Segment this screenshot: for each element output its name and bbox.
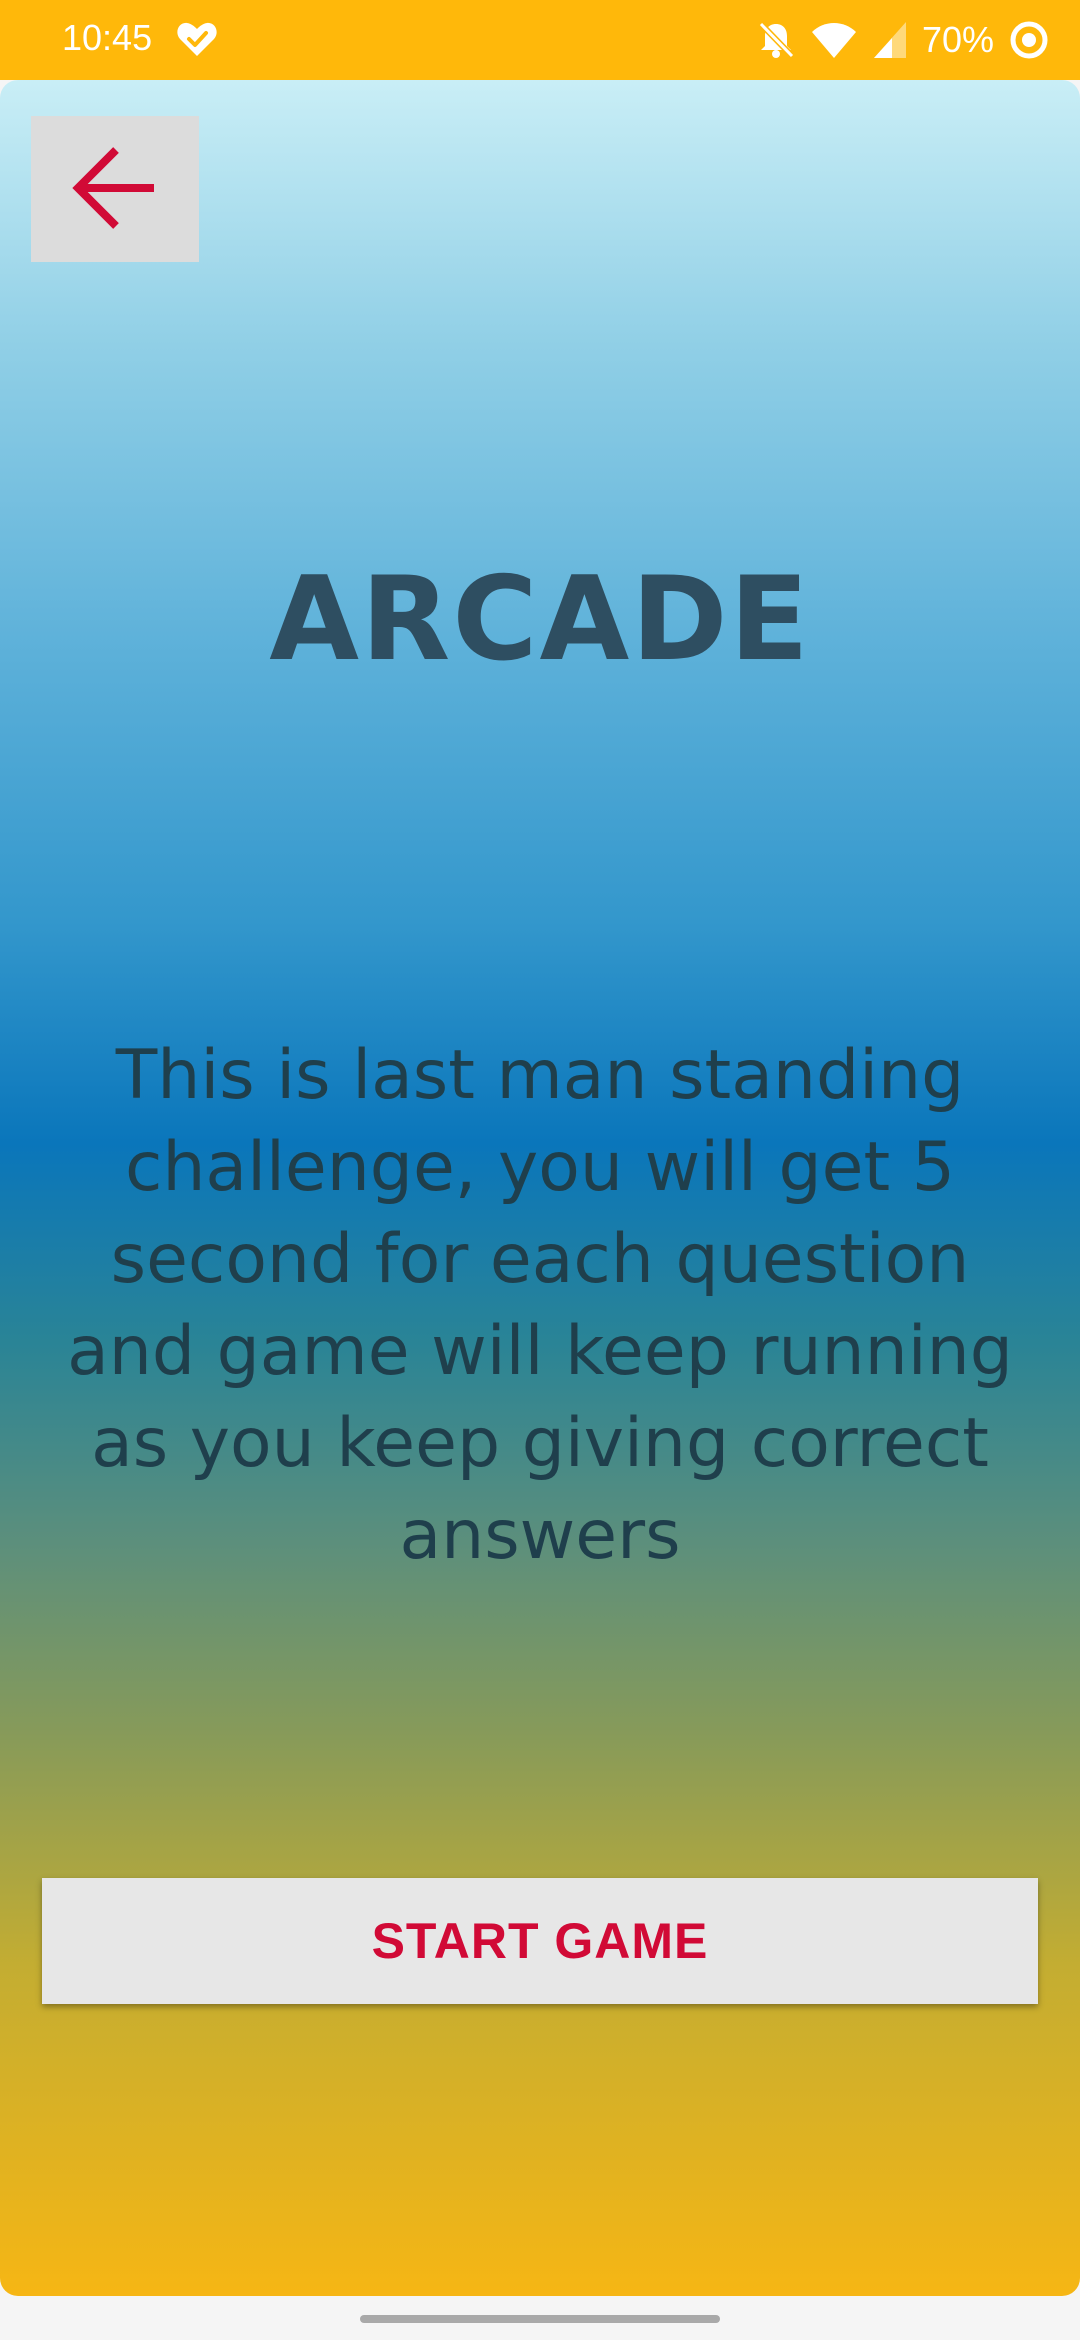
bell-off-icon [756, 20, 796, 60]
gesture-nav-handle[interactable] [360, 2315, 720, 2323]
back-button[interactable] [31, 116, 199, 262]
heart-check-icon [176, 20, 218, 58]
arrow-left-icon [70, 143, 160, 236]
status-time: 10:45 [62, 17, 153, 58]
start-game-button[interactable]: START GAME [42, 1878, 1038, 2004]
battery-percent: 70% [921, 19, 994, 60]
mode-description: This is last man standing challenge, you… [67, 1036, 1013, 1575]
cell-signal-icon [872, 20, 908, 60]
page-title: ARCADE [269, 552, 811, 687]
arcade-screen: ARCADE This is last man standing challen… [0, 80, 1080, 2296]
battery-saver-icon [1008, 19, 1050, 61]
status-bar: 10:45 70% [0, 0, 1080, 80]
status-icons: 70% [756, 14, 1050, 66]
wifi-icon [810, 20, 858, 60]
